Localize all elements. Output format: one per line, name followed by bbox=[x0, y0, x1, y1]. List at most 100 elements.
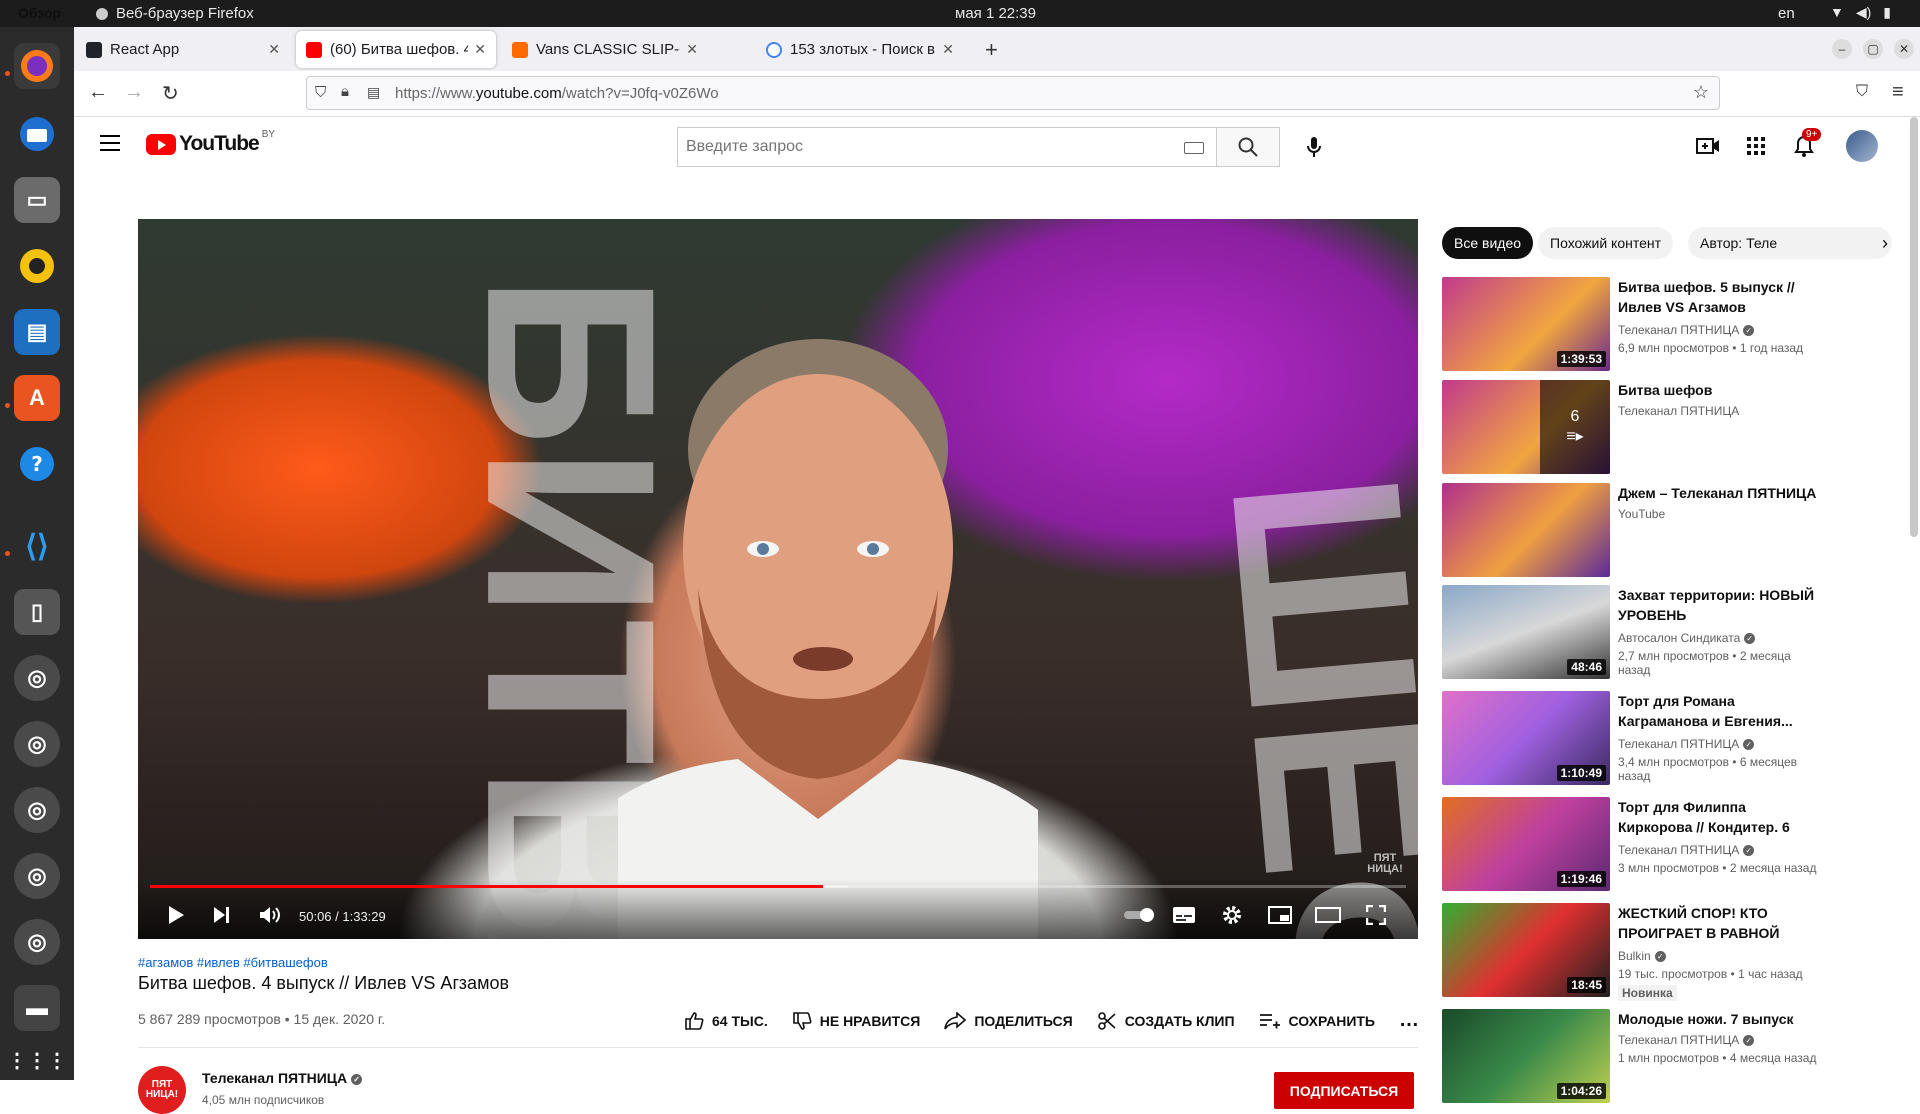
list-item[interactable]: 1:19:46 Торт для Филиппа Киркорова // Ко… bbox=[1442, 797, 1892, 893]
close-tab-icon[interactable]: ✕ bbox=[474, 41, 486, 58]
video-thumbnail[interactable]: 1:10:49 bbox=[1442, 691, 1610, 785]
show-apps-icon[interactable]: ⋮⋮⋮ bbox=[7, 1037, 67, 1083]
youtube-logo[interactable]: YouTube BY bbox=[146, 129, 275, 156]
system-tray[interactable]: ▼ ◀) ▮ bbox=[1830, 4, 1891, 21]
lock-icon[interactable]: 🔒︎ bbox=[341, 83, 349, 100]
keyboard-icon[interactable] bbox=[1184, 142, 1204, 154]
libreoffice-writer-icon[interactable]: ▤ bbox=[14, 309, 60, 355]
share-button[interactable]: ПОДЕЛИТЬСЯ bbox=[944, 1011, 1073, 1030]
activities-button[interactable]: Обзор bbox=[18, 5, 61, 21]
page-info-icon[interactable]: ▤ bbox=[367, 84, 380, 101]
new-tab-button[interactable]: + bbox=[985, 37, 998, 63]
save-button[interactable]: СОХРАНИТЬ bbox=[1259, 1012, 1375, 1030]
list-item[interactable]: 48:46 Захват территории: НОВЫЙ УРОВЕНЬ А… bbox=[1442, 585, 1892, 681]
dislike-button[interactable]: НЕ НРАВИТСЯ bbox=[792, 1011, 920, 1031]
app-menu-icon[interactable]: ≡ bbox=[1892, 81, 1904, 104]
vscode-icon[interactable]: ⟨⟩ bbox=[14, 523, 60, 569]
disk-icon[interactable]: ◎ bbox=[14, 853, 60, 899]
search-input[interactable] bbox=[678, 128, 1158, 166]
video-thumbnail[interactable]: 18:45 bbox=[1442, 903, 1610, 997]
files-icon[interactable]: ▭ bbox=[14, 177, 60, 223]
search-button[interactable] bbox=[1216, 127, 1280, 167]
next-icon[interactable] bbox=[208, 901, 236, 929]
rec-channel[interactable]: Телеканал ПЯТНИЦА ✓ bbox=[1618, 1033, 1755, 1047]
close-tab-icon[interactable]: ✕ bbox=[268, 41, 280, 58]
forward-icon[interactable]: → bbox=[124, 81, 144, 104]
rec-channel[interactable]: Телеканал ПЯТНИЦА bbox=[1618, 404, 1739, 418]
channel-avatar[interactable]: ПЯТ НИЦА! bbox=[138, 1066, 186, 1114]
play-icon[interactable] bbox=[162, 901, 190, 929]
playlist-thumbnail[interactable]: 6 ≡▸ bbox=[1442, 380, 1610, 474]
apps-grid-icon[interactable] bbox=[1744, 135, 1768, 157]
back-icon[interactable]: ← bbox=[88, 81, 108, 104]
autoplay-toggle[interactable] bbox=[1122, 901, 1158, 929]
voice-search-button[interactable] bbox=[1296, 129, 1332, 165]
firefox-icon[interactable] bbox=[14, 43, 60, 89]
video-hashtags[interactable]: #агзамов #ивлев #битвашефов bbox=[138, 955, 328, 970]
subtitles-icon[interactable] bbox=[1170, 901, 1198, 929]
chevron-right-icon[interactable]: › bbox=[1882, 233, 1888, 254]
tab-google[interactable]: 153 злотых - Поиск в Go ✕ bbox=[756, 31, 964, 68]
list-item[interactable]: Джем – Телеканал ПЯТНИЦА YouTube bbox=[1442, 483, 1892, 579]
search-box[interactable] bbox=[677, 127, 1217, 167]
rec-title[interactable]: ЖЕСТКИЙ СПОР! КТО ПРОИГРАЕТ В РАВНОЙ ГОН… bbox=[1618, 903, 1818, 943]
keyboard-layout[interactable]: en bbox=[1778, 5, 1795, 22]
list-item[interactable]: 18:45 ЖЕСТКИЙ СПОР! КТО ПРОИГРАЕТ В РАВН… bbox=[1442, 903, 1892, 1001]
clip-button[interactable]: СОЗДАТЬ КЛИП bbox=[1097, 1011, 1235, 1031]
tab-vans[interactable]: Vans CLASSIC SLIP-ON - F ✕ bbox=[502, 31, 708, 68]
video-thumbnail[interactable]: 1:39:53 bbox=[1442, 277, 1610, 371]
close-tab-icon[interactable]: ✕ bbox=[686, 41, 698, 58]
rhythmbox-icon[interactable] bbox=[14, 243, 60, 289]
rec-channel[interactable]: Телеканал ПЯТНИЦА ✓ bbox=[1618, 323, 1755, 337]
software-center-icon[interactable]: A bbox=[14, 375, 60, 421]
thunderbird-icon[interactable] bbox=[14, 111, 60, 157]
rec-title[interactable]: Битва шефов. 5 выпуск // Ивлев VS Агзамо… bbox=[1618, 277, 1818, 317]
disk-icon[interactable]: ◎ bbox=[14, 721, 60, 767]
video-player[interactable]: БИТВА ШЕФ ПЯТ НИЦА! 50:06 / 1:33:29 bbox=[138, 219, 1418, 939]
disk-icon[interactable]: ◎ bbox=[14, 787, 60, 833]
channel-name[interactable]: Телеканал ПЯТНИЦА ✓ bbox=[202, 1070, 363, 1086]
rec-title[interactable]: Торт для Филиппа Киркорова // Кондитер. … bbox=[1618, 797, 1818, 837]
disk-icon[interactable]: ◎ bbox=[14, 919, 60, 965]
close-window-button[interactable]: ✕ bbox=[1894, 39, 1914, 59]
disk-drive-icon[interactable]: ▬ bbox=[14, 985, 60, 1031]
volume-icon[interactable] bbox=[256, 901, 284, 929]
mix-thumbnail[interactable] bbox=[1442, 483, 1610, 577]
list-item[interactable]: 1:04:26 Молодые ножи. 7 выпуск Телеканал… bbox=[1442, 1009, 1892, 1105]
create-video-icon[interactable] bbox=[1696, 135, 1720, 157]
help-icon[interactable]: ? bbox=[14, 441, 60, 487]
minimize-button[interactable]: – bbox=[1832, 39, 1852, 59]
guide-menu-icon[interactable] bbox=[100, 135, 120, 151]
chip-author[interactable]: Автор: Теле bbox=[1688, 227, 1892, 259]
subscribe-button[interactable]: ПОДПИСАТЬСЯ bbox=[1274, 1072, 1414, 1109]
like-button[interactable]: 64 ТЫС. bbox=[684, 1011, 768, 1031]
clock[interactable]: мая 1 22:39 bbox=[955, 5, 1036, 22]
pocket-icon[interactable]: ⛉ bbox=[1856, 83, 1868, 101]
rec-channel[interactable]: Bulkin ✓ bbox=[1618, 949, 1666, 963]
rec-channel[interactable]: YouTube bbox=[1618, 507, 1665, 521]
video-thumbnail[interactable]: 1:19:46 bbox=[1442, 797, 1610, 891]
tab-react-app[interactable]: React App ✕ bbox=[76, 31, 290, 68]
bookmark-star-icon[interactable]: ☆ bbox=[1693, 82, 1709, 103]
video-thumbnail[interactable]: 1:04:26 bbox=[1442, 1009, 1610, 1103]
video-thumbnail[interactable]: 48:46 bbox=[1442, 585, 1610, 679]
theater-mode-icon[interactable] bbox=[1314, 901, 1342, 929]
fullscreen-icon[interactable] bbox=[1362, 901, 1390, 929]
rec-title[interactable]: Битва шефов bbox=[1618, 380, 1818, 400]
disk-icon[interactable]: ◎ bbox=[14, 655, 60, 701]
list-item[interactable]: 1:10:49 Торт для Романа Каграманова и Ев… bbox=[1442, 691, 1892, 787]
list-item[interactable]: 1:39:53 Битва шефов. 5 выпуск // Ивлев V… bbox=[1442, 277, 1892, 373]
tab-youtube[interactable]: (60) Битва шефов. 4 вып ✕ bbox=[296, 31, 496, 68]
rec-title[interactable]: Молодые ножи. 7 выпуск bbox=[1618, 1009, 1818, 1029]
url-text[interactable]: https://www.youtube.com/watch?v=J0fq-v0Z… bbox=[395, 85, 719, 102]
progress-bar[interactable] bbox=[150, 885, 1406, 888]
account-avatar[interactable] bbox=[1846, 130, 1878, 162]
settings-gear-icon[interactable] bbox=[1218, 901, 1246, 929]
reload-icon[interactable]: ↻ bbox=[162, 81, 179, 106]
terminal-icon[interactable]: ▯ bbox=[14, 589, 60, 635]
rec-title[interactable]: Торт для Романа Каграманова и Евгения... bbox=[1618, 691, 1818, 731]
more-actions-icon[interactable]: … bbox=[1399, 1009, 1420, 1032]
page-scrollbar[interactable] bbox=[1910, 117, 1918, 537]
rec-channel[interactable]: Телеканал ПЯТНИЦА ✓ bbox=[1618, 737, 1755, 751]
address-bar[interactable]: ⛉ 🔒︎ ▤ https://www.youtube.com/watch?v=J… bbox=[306, 76, 1720, 110]
